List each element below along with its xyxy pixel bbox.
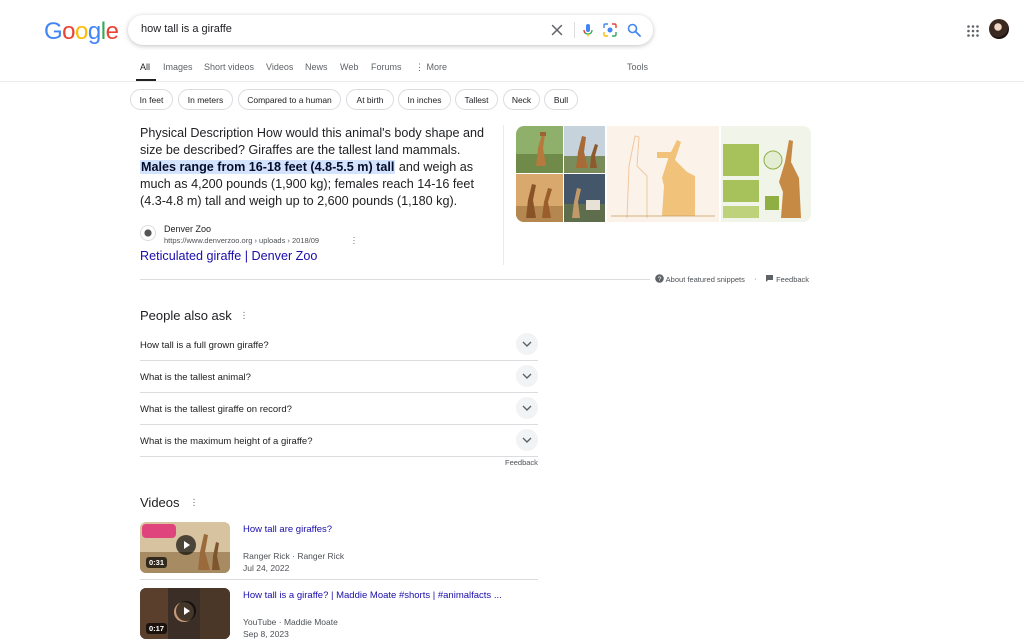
result-title-link[interactable]: Reticulated giraffe | Denver Zoo xyxy=(140,249,317,263)
video-thumbnail[interactable]: 0:31 xyxy=(140,522,230,573)
chip-bull[interactable]: Bull xyxy=(544,89,578,110)
play-icon[interactable] xyxy=(176,601,196,621)
snippet-highlight: Males range from 16-18 feet (4.8-5.5 m) … xyxy=(140,160,396,174)
paa-question[interactable]: What is the maximum height of a giraffe? xyxy=(140,425,538,457)
paa-question[interactable]: How tall is a full grown giraffe? xyxy=(140,329,538,361)
videos-heading: Videos xyxy=(140,495,180,510)
search-tabs: All Images Short videos Videos News Web … xyxy=(0,58,1024,82)
source-favicon xyxy=(140,225,156,241)
clear-icon[interactable] xyxy=(549,22,565,38)
chip-tallest[interactable]: Tallest xyxy=(455,89,498,110)
tools-button[interactable]: Tools xyxy=(627,62,648,72)
featured-snippet-text: Physical Description How would this anim… xyxy=(140,125,495,210)
apps-grid-icon[interactable] xyxy=(966,24,980,38)
giraffe-photo-4[interactable] xyxy=(564,174,605,222)
chevron-down-icon[interactable] xyxy=(516,397,538,419)
video-thumbnail[interactable]: 0:17 xyxy=(140,588,230,639)
chip-neck[interactable]: Neck xyxy=(503,89,540,110)
chevron-down-icon[interactable] xyxy=(516,429,538,451)
more-options-icon[interactable]: · · · xyxy=(351,233,357,248)
chip-in-meters[interactable]: In meters xyxy=(178,89,233,110)
video-duration: 0:31 xyxy=(146,557,168,568)
search-divider xyxy=(574,22,575,38)
snippet-bottom-divider xyxy=(140,279,650,280)
tab-short-videos[interactable]: Short videos xyxy=(204,62,254,72)
tab-more-label: More xyxy=(426,62,448,72)
giraffe-photo-2[interactable] xyxy=(564,126,605,173)
video-date: Jul 24, 2022 xyxy=(243,563,290,573)
video-divider xyxy=(140,579,538,580)
active-tab-indicator xyxy=(136,79,156,81)
paa-feedback-link[interactable]: Feedback xyxy=(505,458,538,467)
tab-images[interactable]: Images xyxy=(163,62,193,72)
chevron-down-icon[interactable] xyxy=(516,365,538,387)
tab-videos[interactable]: Videos xyxy=(266,62,293,72)
source-name[interactable]: Denver Zoo xyxy=(164,224,211,234)
logo-letter: o xyxy=(62,18,76,45)
giraffe-photo-1[interactable] xyxy=(516,126,563,173)
chip-at-birth[interactable]: At birth xyxy=(346,89,394,110)
giraffe-photo-3[interactable] xyxy=(516,174,563,222)
tab-more[interactable]: ⋮ More xyxy=(415,62,447,73)
tab-news[interactable]: News xyxy=(305,62,328,72)
chip-in-feet[interactable]: In feet xyxy=(130,89,173,110)
google-logo[interactable]: Google xyxy=(44,18,119,46)
video-source: YouTube · Maddie Moate xyxy=(243,617,338,627)
people-also-ask-heading: People also ask xyxy=(140,308,232,323)
tab-all[interactable]: All xyxy=(140,62,150,72)
video-title-link[interactable]: How tall are giraffes? xyxy=(243,524,332,535)
video-duration: 0:17 xyxy=(146,623,168,634)
feedback-link[interactable]: Feedback xyxy=(765,274,809,284)
source-url[interactable]: https://www.denverzoo.org › uploads › 20… xyxy=(164,236,319,245)
about-snippets-link[interactable]: ? About featured snippets xyxy=(655,274,745,284)
paa-question-text: What is the tallest animal? xyxy=(140,372,251,383)
search-icon[interactable] xyxy=(626,22,642,38)
logo-letter: G xyxy=(44,18,63,45)
chip-in-inches[interactable]: In inches xyxy=(398,89,451,110)
feedback-label: Feedback xyxy=(776,275,810,284)
more-dots-icon: ⋮ xyxy=(415,62,427,72)
chip-compared-to-human[interactable]: Compared to a human xyxy=(238,89,341,110)
snippet-divider xyxy=(503,125,504,265)
chevron-down-icon[interactable] xyxy=(516,333,538,355)
giraffe-image-collage[interactable] xyxy=(516,126,811,222)
paa-question-text: How tall is a full grown giraffe? xyxy=(140,340,269,351)
paa-question[interactable]: What is the tallest giraffe on record? xyxy=(140,393,538,425)
paa-question[interactable]: What is the tallest animal? xyxy=(140,361,538,393)
lens-icon[interactable] xyxy=(602,22,618,38)
microphone-icon[interactable] xyxy=(580,22,596,38)
account-avatar[interactable] xyxy=(989,19,1009,39)
help-icon: ? xyxy=(655,274,664,283)
logo-letter: g xyxy=(87,18,101,45)
play-icon[interactable] xyxy=(176,535,196,555)
about-snippets-label: About featured snippets xyxy=(665,275,745,284)
videos-more-icon[interactable]: · · · xyxy=(191,495,197,511)
paa-more-icon[interactable]: · · · xyxy=(241,308,247,324)
svg-text:?: ? xyxy=(658,276,662,283)
logo-letter: e xyxy=(105,18,119,45)
tab-web[interactable]: Web xyxy=(340,62,358,72)
feedback-icon xyxy=(766,275,773,282)
giraffe-diagram-image[interactable] xyxy=(607,126,719,222)
video-date: Sep 8, 2023 xyxy=(243,629,289,639)
tab-forums[interactable]: Forums xyxy=(371,62,402,72)
video-title-link[interactable]: How tall is a giraffe? | Maddie Moate #s… xyxy=(243,590,502,601)
video-source: Ranger Rick · Ranger Rick xyxy=(243,551,345,561)
logo-letter: o xyxy=(75,18,88,45)
snippet-text-before: Physical Description How would this anim… xyxy=(140,126,485,157)
giraffe-infographic-image[interactable] xyxy=(721,126,811,222)
search-box xyxy=(128,15,653,45)
paa-question-text: What is the maximum height of a giraffe? xyxy=(140,436,313,447)
search-input[interactable] xyxy=(141,23,521,35)
dot-separator: · xyxy=(754,274,757,283)
paa-question-text: What is the tallest giraffe on record? xyxy=(140,404,292,415)
